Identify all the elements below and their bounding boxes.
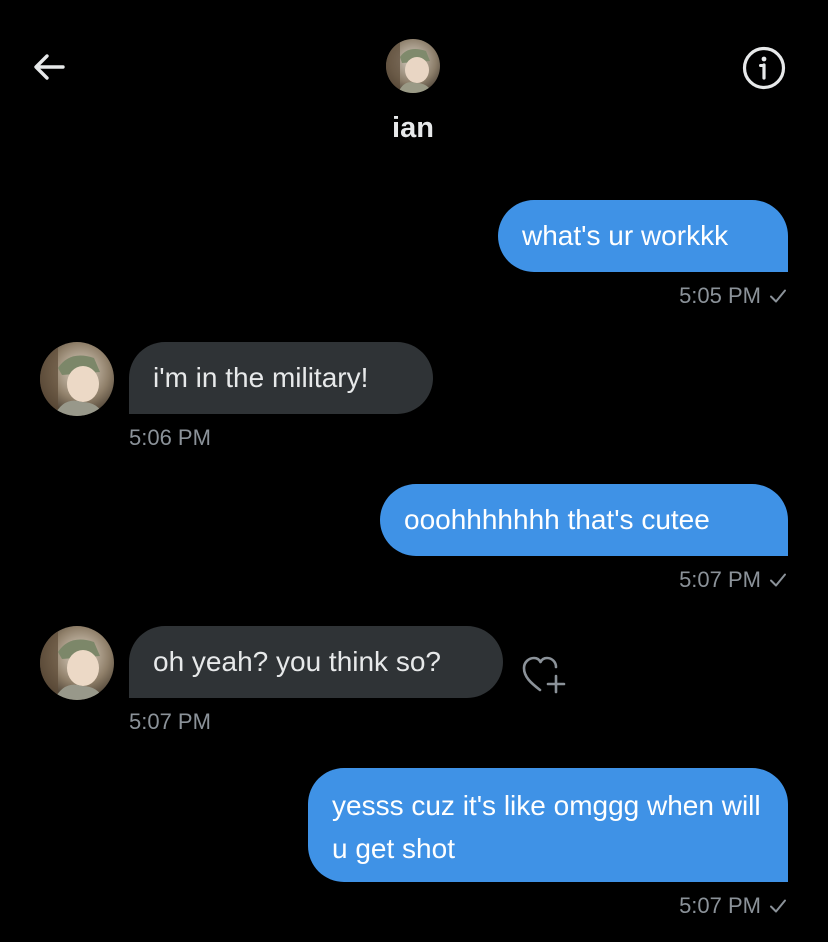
received-message-bubble[interactable]: oh yeah? you think so? (129, 626, 503, 698)
message-timestamp: 5:07 PM (560, 566, 788, 594)
arrow-left-icon (34, 54, 65, 80)
timestamp-text: 5:07 PM (679, 893, 761, 918)
contact-name[interactable]: ian (0, 112, 826, 145)
message-timestamp: 5:06 PM (129, 424, 329, 452)
conversation-info-button[interactable] (740, 44, 788, 92)
sent-message-bubble[interactable]: what's ur workkk (498, 200, 788, 272)
back-button[interactable] (26, 44, 72, 90)
check-icon (770, 899, 786, 913)
check-icon (770, 573, 786, 587)
add-reaction-heart-icon (522, 656, 566, 694)
message-text: oh yeah? you think so? (153, 646, 441, 677)
message-text: i'm in the military! (153, 362, 369, 393)
timestamp-text: 5:05 PM (679, 283, 761, 308)
info-icon (742, 46, 786, 90)
message-timestamp: 5:07 PM (560, 892, 788, 920)
message-text: what's ur workkk (522, 220, 729, 251)
check-icon (770, 289, 786, 303)
contact-avatar[interactable] (40, 342, 114, 416)
sent-message-bubble[interactable]: yesss cuz it's like omggg when will u ge… (308, 768, 788, 882)
conversation-header: ian (0, 0, 828, 165)
message-timestamp: 5:07 PM (129, 708, 329, 736)
timestamp-text: 5:06 PM (129, 425, 211, 450)
contact-avatar[interactable] (386, 39, 440, 93)
message-text: ooohhhhhhh that's cutee (404, 504, 710, 535)
dm-conversation-screen: ian what's ur workkk 5:05 PM i'm in the … (0, 0, 828, 942)
message-timestamp: 5:05 PM (560, 282, 788, 310)
timestamp-text: 5:07 PM (679, 567, 761, 592)
message-text: yesss cuz it's like omggg when will u ge… (332, 790, 761, 864)
contact-avatar[interactable] (40, 626, 114, 700)
add-reaction-button[interactable] (519, 652, 569, 696)
timestamp-text: 5:07 PM (129, 709, 211, 734)
sent-message-bubble[interactable]: ooohhhhhhh that's cutee (380, 484, 788, 556)
received-message-bubble[interactable]: i'm in the military! (129, 342, 433, 414)
